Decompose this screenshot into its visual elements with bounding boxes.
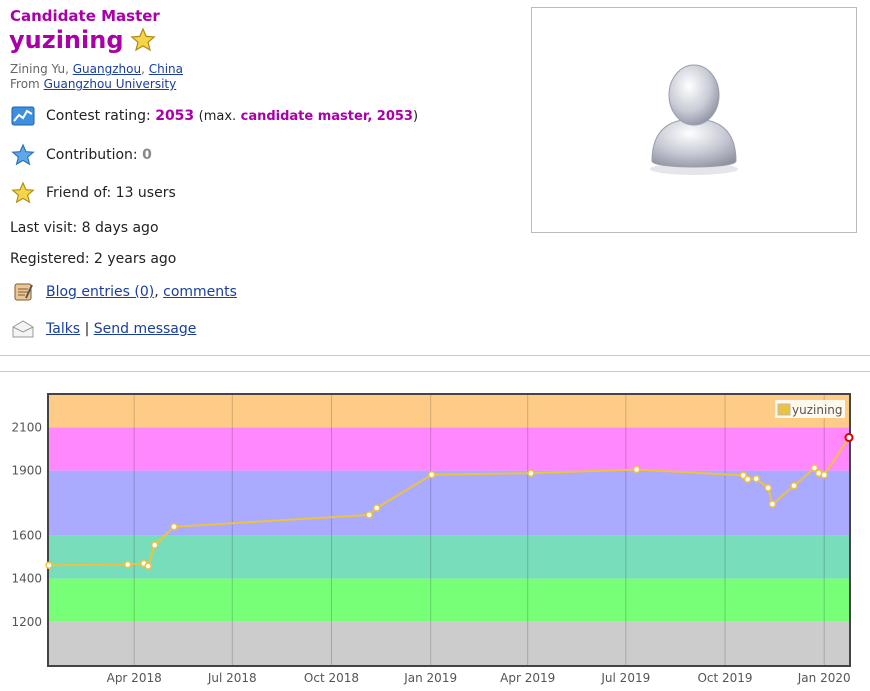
y-tick-label: 2100 (11, 420, 42, 434)
data-point (123, 560, 132, 569)
contribution-row: Contribution: 0 (10, 142, 152, 168)
star-icon[interactable] (129, 27, 156, 53)
rating-band (49, 621, 849, 665)
data-point (144, 562, 152, 570)
handle-row: yuzining (9, 26, 156, 54)
rating-chart-svg: Apr 2018 Jul 2018 Oct 2018 Jan 2019 Apr 2019… (11, 393, 854, 685)
y-tick-label: 1600 (11, 528, 42, 542)
rating-band (49, 470, 849, 536)
blog-icon (10, 279, 36, 305)
last-visit: Last visit: 8 days ago (10, 220, 159, 236)
user-avatar-icon (650, 64, 738, 175)
friend-star-icon (10, 180, 36, 206)
rating-value: 2053 (155, 108, 195, 124)
rating-band (49, 395, 849, 428)
rating-band (49, 535, 849, 579)
max-rating: candidate master, 2053 (240, 108, 413, 124)
x-tick-label: Jul 2018 (207, 671, 257, 685)
data-point (764, 484, 772, 492)
x-tick-label: Oct 2019 (697, 671, 752, 685)
send-message-link[interactable]: Send message (94, 321, 197, 337)
rating-chart: Apr 2018 Jul 2018 Oct 2018 Jan 2019 Apr 2019… (0, 372, 870, 687)
data-point (150, 541, 159, 549)
section-divider (0, 355, 870, 356)
legend-label: yuzining (792, 403, 843, 417)
friend-row: Friend of: 13 users (10, 180, 176, 206)
separator: | (84, 321, 90, 337)
comments-link[interactable]: comments (163, 284, 237, 300)
blog-entries-link[interactable]: Blog entries (0) (46, 284, 154, 300)
contribution-value: 0 (142, 147, 152, 163)
city-link[interactable]: Guangzhou (73, 62, 141, 76)
rating-chart-icon (10, 103, 36, 129)
full-name: Zining Yu, (10, 62, 69, 76)
rank-title: Candidate Master (10, 7, 160, 25)
x-tick-label: Jan 2019 (403, 671, 457, 685)
talks-row: Talks | Send message (10, 316, 196, 342)
envelope-icon (10, 316, 36, 342)
user-handle[interactable]: yuzining (9, 26, 124, 54)
y-tick-label: 1900 (11, 464, 42, 478)
rating-label: Contest rating: (46, 108, 151, 124)
rating-band (49, 578, 849, 622)
x-tick-label: Apr 2019 (500, 671, 555, 685)
x-tick-label: Apr 2018 (107, 671, 162, 685)
country-link[interactable]: China (149, 62, 183, 76)
data-point (527, 469, 535, 477)
data-point (373, 504, 381, 512)
data-point (632, 465, 641, 474)
avatar (531, 7, 857, 233)
data-point (844, 433, 854, 443)
max-prefix: (max. (198, 108, 237, 124)
data-point (45, 561, 53, 569)
data-point (752, 475, 761, 483)
registered-text: Registered: 2 years ago (10, 251, 177, 267)
organization-link[interactable]: Guangzhou University (44, 77, 177, 91)
x-tick-label: Oct 2018 (304, 671, 359, 685)
x-tick-label: Jan 2020 (797, 671, 851, 685)
registered: Registered: 2 years ago (10, 251, 176, 267)
data-point (820, 471, 828, 479)
friend-of-text: Friend of: 13 users (46, 185, 176, 201)
location-info: Zining Yu, Guangzhou, China From Guangzh… (10, 62, 183, 91)
data-point (743, 475, 752, 483)
data-point (365, 511, 373, 519)
blog-row: Blog entries (0), comments (10, 279, 237, 305)
rating-row: Contest rating: 2053 (max. candidate mas… (10, 103, 418, 129)
from-label: From (10, 77, 40, 91)
rating-band (49, 427, 849, 471)
legend-swatch (777, 403, 791, 416)
max-suffix: ) (412, 108, 419, 124)
data-point (790, 481, 798, 490)
data-point (170, 523, 178, 531)
contribution-label: Contribution: (46, 147, 138, 163)
data-point (427, 470, 436, 479)
last-visit-text: Last visit: 8 days ago (10, 220, 159, 236)
data-point (810, 464, 819, 472)
y-tick-label: 1400 (11, 572, 42, 586)
legend: yuzining (775, 400, 845, 418)
data-point (768, 500, 777, 508)
talks-link[interactable]: Talks (46, 321, 80, 337)
y-tick-label: 1200 (11, 615, 42, 629)
contribution-star-icon (10, 142, 36, 168)
profile-section: Candidate Master yuzining Zining Yu, Gua… (0, 0, 870, 356)
x-tick-label: Jul 2019 (600, 671, 650, 685)
